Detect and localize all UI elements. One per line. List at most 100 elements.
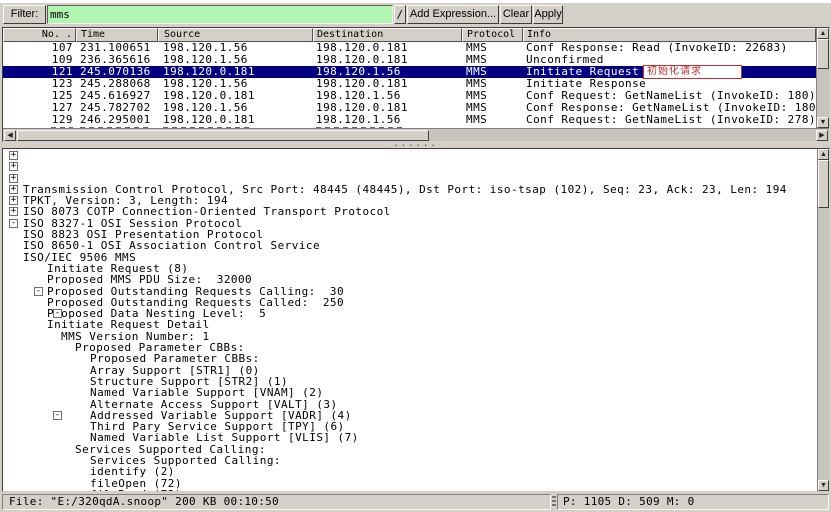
tree-line[interactable]: - ISO/IEC 9506 MMS bbox=[3, 218, 817, 229]
scroll-right-icon[interactable]: ▶ bbox=[816, 130, 828, 141]
tree-line[interactable]: informationReport (79) bbox=[3, 478, 817, 489]
expander-icon[interactable]: + bbox=[9, 151, 18, 160]
tree-line[interactable]: Proposed Data Nesting Level: 5 bbox=[3, 274, 817, 285]
packet-destination: 198.120.0.181 bbox=[313, 78, 462, 90]
packet-row[interactable]: 129 246.295001 198.120.0.181 198.120.1.5… bbox=[3, 114, 816, 126]
expander-icon[interactable]: + bbox=[9, 174, 18, 183]
scroll-down-icon[interactable]: ▼ bbox=[817, 117, 829, 128]
packet-info: Initiate Response bbox=[523, 78, 816, 90]
vscroll-thumb[interactable] bbox=[817, 39, 829, 69]
expander-icon[interactable]: + bbox=[9, 196, 18, 205]
packet-list-vertical-scrollbar[interactable]: ▲ ▼ bbox=[816, 28, 829, 128]
tree-line[interactable]: Proposed Outstanding Requests Called: 25… bbox=[3, 263, 817, 274]
hscroll-thumb[interactable] bbox=[17, 130, 429, 141]
packet-list-horizontal-scrollbar[interactable]: ◀ ▶ bbox=[3, 128, 829, 141]
tree-line[interactable]: + ISO 8650-1 OSI Association Control Ser… bbox=[3, 206, 817, 217]
tree-line[interactable]: + ISO 8327-1 OSI Session Protocol bbox=[3, 184, 817, 195]
expander-icon[interactable]: + bbox=[9, 162, 18, 171]
add-expression-button[interactable]: Add Expression... bbox=[407, 5, 499, 24]
packet-protocol: MMS bbox=[462, 54, 523, 66]
packet-protocol: MMS bbox=[462, 42, 523, 54]
column-header-protocol[interactable]: Protocol bbox=[462, 28, 523, 42]
tree-line[interactable]: - Initiate Request Detail bbox=[3, 286, 817, 297]
filter-input[interactable] bbox=[47, 5, 393, 24]
tree-line[interactable]: Addressed Variable Support [VADR] (4) bbox=[3, 376, 817, 387]
expander-icon[interactable]: + bbox=[9, 207, 18, 216]
scroll-up-icon[interactable]: ▲ bbox=[817, 28, 829, 39]
packet-row[interactable]: 123 245.288068 198.120.1.56 198.120.0.18… bbox=[3, 78, 816, 90]
protocol-tree: + Transmission Control Protocol, Src Por… bbox=[3, 150, 817, 491]
tree-line[interactable]: MMS Version Number: 1 bbox=[3, 297, 817, 308]
packet-time: 245.616927 bbox=[76, 90, 158, 102]
scroll-up-icon[interactable]: ▲ bbox=[818, 149, 829, 160]
tree-line[interactable]: Named Variable Support [VNAM] (2) bbox=[3, 353, 817, 364]
tree-line[interactable]: Array Support [STR1] (0) bbox=[3, 331, 817, 342]
packet-source: 198.120.0.181 bbox=[158, 66, 313, 78]
packet-list-header: No. . Time Source Destination Protocol I… bbox=[3, 28, 816, 42]
tree-line[interactable]: + Transmission Control Protocol, Src Por… bbox=[3, 150, 817, 161]
packet-row[interactable]: 125 245.616927 198.120.0.181 198.120.1.5… bbox=[3, 90, 816, 102]
tree-line[interactable]: Structure Support [STR2] (1) bbox=[3, 342, 817, 353]
packet-no: 123 bbox=[3, 78, 76, 90]
column-header-source[interactable]: Source bbox=[158, 28, 313, 42]
tree-line[interactable]: fileOpen (72) bbox=[3, 444, 817, 455]
packet-destination: 198.120.0.181 bbox=[313, 54, 462, 66]
packet-info: Conf Response: GetNameList (InvokeID: 18… bbox=[523, 102, 816, 114]
status-grip-icon[interactable] bbox=[552, 496, 556, 508]
packet-time: 245.288068 bbox=[76, 78, 158, 90]
tree-line[interactable]: fileRead (73) bbox=[3, 455, 817, 466]
tree-line[interactable]: Alternate Access Support [VALT] (3) bbox=[3, 365, 817, 376]
tree-line[interactable]: Proposed Outstanding Requests Calling: 3… bbox=[3, 252, 817, 263]
packet-no: 121 bbox=[3, 66, 76, 78]
tree-line[interactable]: + TPKT, Version: 3, Length: 194 bbox=[3, 161, 817, 172]
packet-protocol: MMS bbox=[462, 78, 523, 90]
packet-info: Conf Request: GetNameList (InvokeID: 278… bbox=[523, 114, 816, 126]
tree-line[interactable]: + ISO 8073 COTP Connection-Oriented Tran… bbox=[3, 173, 817, 184]
expander-icon[interactable]: - bbox=[9, 219, 18, 228]
column-header-info[interactable]: Info bbox=[523, 28, 816, 42]
filter-button[interactable]: Filter: bbox=[3, 5, 46, 24]
packet-destination: 198.120.1.56 bbox=[313, 66, 462, 78]
packet-row[interactable]: 107 231.100651 198.120.1.56 198.120.0.18… bbox=[3, 42, 816, 54]
clear-button[interactable]: Clear bbox=[500, 5, 532, 24]
scroll-down-icon[interactable]: ▼ bbox=[818, 480, 829, 491]
tree-vertical-scrollbar[interactable]: ▲ ▼ bbox=[817, 149, 829, 491]
packet-protocol: MMS bbox=[462, 102, 523, 114]
packet-destination: 198.120.1.56 bbox=[313, 90, 462, 102]
packet-no: 127 bbox=[3, 102, 76, 114]
tree-line[interactable]: Services Supported Calling: bbox=[3, 421, 817, 432]
packet-list-body: 107 231.100651 198.120.1.56 198.120.0.18… bbox=[3, 42, 816, 126]
tree-line[interactable]: - Services Supported Calling: bbox=[3, 410, 817, 421]
tree-line[interactable]: identify (2) bbox=[3, 432, 817, 443]
status-packet-counts: P: 1105 D: 509 M: 0 bbox=[557, 494, 829, 510]
packet-row[interactable]: 127 245.782702 198.120.1.56 198.120.0.18… bbox=[3, 102, 816, 114]
expander-icon[interactable]: - bbox=[34, 287, 43, 296]
tree-line[interactable]: Proposed MMS PDU Size: 32000 bbox=[3, 240, 817, 251]
vscroll-thumb[interactable] bbox=[818, 160, 829, 208]
packet-protocol: MMS bbox=[462, 114, 523, 126]
apply-button[interactable]: Apply bbox=[533, 5, 563, 24]
packet-no: 129 bbox=[3, 114, 76, 126]
status-file-info: File: "E:/320qdA.snoop" 200 KB 00:10:50 bbox=[2, 494, 551, 510]
packet-protocol: MMS bbox=[462, 66, 523, 78]
column-header-destination[interactable]: Destination bbox=[313, 28, 462, 42]
packet-row[interactable]: 121 245.070136 198.120.0.181 198.120.1.5… bbox=[3, 66, 816, 78]
tree-line[interactable]: fileClose (74) bbox=[3, 466, 817, 477]
tree-line[interactable]: Initiate Request (8) bbox=[3, 229, 817, 240]
tree-line[interactable]: Proposed Parameter CBBs: bbox=[3, 319, 817, 330]
tree-line[interactable]: - Proposed Parameter CBBs: bbox=[3, 308, 817, 319]
packet-protocol: MMS bbox=[462, 90, 523, 102]
expander-icon[interactable]: - bbox=[53, 411, 62, 420]
packet-destination: 198.120.1.56 bbox=[313, 114, 462, 126]
packet-time: 236.365616 bbox=[76, 54, 158, 66]
tree-line[interactable]: Third Pary Service Support [TPY] (6) bbox=[3, 387, 817, 398]
expander-icon[interactable]: + bbox=[9, 185, 18, 194]
column-header-time[interactable]: Time bbox=[76, 28, 158, 42]
packet-source: 198.120.1.56 bbox=[158, 42, 313, 54]
filter-toolbar: Filter: / Add Expression... Clear Apply bbox=[0, 3, 831, 27]
scroll-left-icon[interactable]: ◀ bbox=[4, 130, 16, 141]
column-header-no[interactable]: No. . bbox=[3, 28, 76, 42]
expander-icon[interactable]: - bbox=[53, 309, 62, 318]
tree-line[interactable]: Named Variable List Support [VLIS] (7) bbox=[3, 399, 817, 410]
tree-line[interactable]: + ISO 8823 OSI Presentation Protocol bbox=[3, 195, 817, 206]
